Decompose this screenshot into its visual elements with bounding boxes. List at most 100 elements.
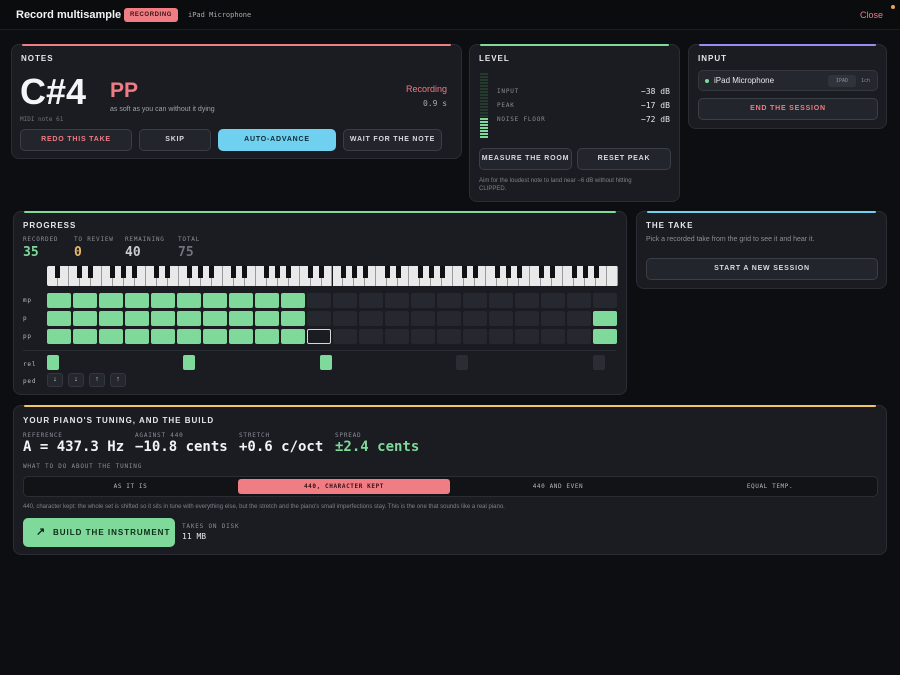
take-cell[interactable] — [489, 329, 513, 344]
option-440-even[interactable]: 440 AND EVEN — [454, 479, 662, 494]
take-cell[interactable] — [125, 293, 149, 308]
take-cell[interactable] — [489, 311, 513, 326]
pedal-down-icon[interactable]: ↓ — [47, 373, 63, 387]
black-key[interactable] — [308, 266, 314, 278]
take-cell[interactable] — [281, 329, 305, 344]
pedal-up-icon[interactable]: ↑ — [89, 373, 105, 387]
take-cell[interactable] — [125, 311, 149, 326]
skip-button[interactable]: SKIP — [139, 129, 211, 151]
black-key[interactable] — [110, 266, 116, 278]
black-key[interactable] — [121, 266, 127, 278]
take-cell[interactable] — [515, 311, 539, 326]
black-key[interactable] — [165, 266, 171, 278]
black-key[interactable] — [264, 266, 270, 278]
take-cell[interactable] — [47, 329, 71, 344]
take-cell[interactable] — [177, 329, 201, 344]
take-cell[interactable] — [463, 293, 487, 308]
black-key[interactable] — [384, 266, 390, 278]
take-cell[interactable] — [567, 311, 591, 326]
take-cell[interactable] — [307, 311, 331, 326]
black-key[interactable] — [395, 266, 401, 278]
black-key[interactable] — [428, 266, 434, 278]
take-cell[interactable] — [151, 311, 175, 326]
take-cell[interactable] — [489, 293, 513, 308]
start-session-button[interactable]: START A NEW SESSION — [646, 258, 878, 280]
take-cell[interactable] — [73, 293, 97, 308]
take-cell[interactable] — [99, 329, 123, 344]
black-key[interactable] — [275, 266, 281, 278]
black-key[interactable] — [505, 266, 511, 278]
take-cell[interactable] — [541, 311, 565, 326]
black-key[interactable] — [154, 266, 160, 278]
take-cell[interactable] — [73, 329, 97, 344]
black-key[interactable] — [417, 266, 423, 278]
black-key[interactable] — [362, 266, 368, 278]
take-cell[interactable] — [47, 311, 71, 326]
current-take-cell[interactable] — [307, 329, 331, 344]
black-key[interactable] — [77, 266, 83, 278]
take-cell[interactable] — [151, 293, 175, 308]
take-cell[interactable] — [333, 311, 357, 326]
take-cell[interactable] — [281, 293, 305, 308]
take-cell[interactable] — [593, 311, 617, 326]
device-row[interactable]: iPad Microphone IPAD 1ch — [698, 70, 878, 91]
pedal-up-icon[interactable]: ↑ — [110, 373, 126, 387]
option-character-kept[interactable]: 440, CHARACTER KEPT — [238, 479, 450, 494]
option-as-is[interactable]: AS IT IS — [26, 479, 235, 494]
release-cell[interactable] — [320, 355, 332, 370]
black-key[interactable] — [549, 266, 555, 278]
take-cell[interactable] — [541, 329, 565, 344]
take-cell[interactable] — [151, 329, 175, 344]
take-cell[interactable] — [567, 329, 591, 344]
auto-advance-button[interactable]: AUTO-ADVANCE — [218, 129, 336, 151]
white-key[interactable] — [607, 266, 618, 286]
take-cell[interactable] — [203, 329, 227, 344]
release-cell[interactable] — [183, 355, 195, 370]
black-key[interactable] — [461, 266, 467, 278]
end-session-button[interactable]: END THE SESSION — [698, 98, 878, 120]
take-cell[interactable] — [177, 311, 201, 326]
option-equal-temp[interactable]: EQUAL TEMP. — [666, 479, 874, 494]
black-key[interactable] — [286, 266, 292, 278]
take-cell[interactable] — [593, 293, 617, 308]
black-key[interactable] — [209, 266, 215, 278]
black-key[interactable] — [88, 266, 94, 278]
take-cell[interactable] — [359, 329, 383, 344]
take-cell[interactable] — [437, 329, 461, 344]
take-cell[interactable] — [99, 293, 123, 308]
black-key[interactable] — [55, 266, 61, 278]
black-key[interactable] — [516, 266, 522, 278]
take-cell[interactable] — [359, 293, 383, 308]
take-cell[interactable] — [203, 311, 227, 326]
black-key[interactable] — [132, 266, 138, 278]
take-cell[interactable] — [177, 293, 201, 308]
take-cell[interactable] — [567, 293, 591, 308]
take-cell[interactable] — [229, 293, 253, 308]
black-key[interactable] — [187, 266, 193, 278]
black-key[interactable] — [571, 266, 577, 278]
take-cell[interactable] — [47, 293, 71, 308]
take-cell[interactable] — [385, 311, 409, 326]
take-cell[interactable] — [229, 329, 253, 344]
take-cell[interactable] — [385, 329, 409, 344]
black-key[interactable] — [472, 266, 478, 278]
take-cell[interactable] — [333, 329, 357, 344]
piano-keyboard[interactable] — [47, 266, 618, 286]
take-cell[interactable] — [203, 293, 227, 308]
take-cell[interactable] — [333, 293, 357, 308]
pedal-down-icon[interactable]: ↓ — [68, 373, 84, 387]
take-cell[interactable] — [255, 329, 279, 344]
black-key[interactable] — [582, 266, 588, 278]
build-button[interactable]: ↗ BUILD THE INSTRUMENT — [23, 518, 175, 547]
close-button[interactable]: Close — [860, 10, 883, 20]
black-key[interactable] — [593, 266, 599, 278]
take-cell[interactable] — [385, 293, 409, 308]
take-cell[interactable] — [99, 311, 123, 326]
black-key[interactable] — [231, 266, 237, 278]
take-cell[interactable] — [281, 311, 305, 326]
black-key[interactable] — [439, 266, 445, 278]
take-cell[interactable] — [229, 311, 253, 326]
release-cell[interactable] — [456, 355, 468, 370]
take-cell[interactable] — [541, 293, 565, 308]
take-cell[interactable] — [437, 293, 461, 308]
